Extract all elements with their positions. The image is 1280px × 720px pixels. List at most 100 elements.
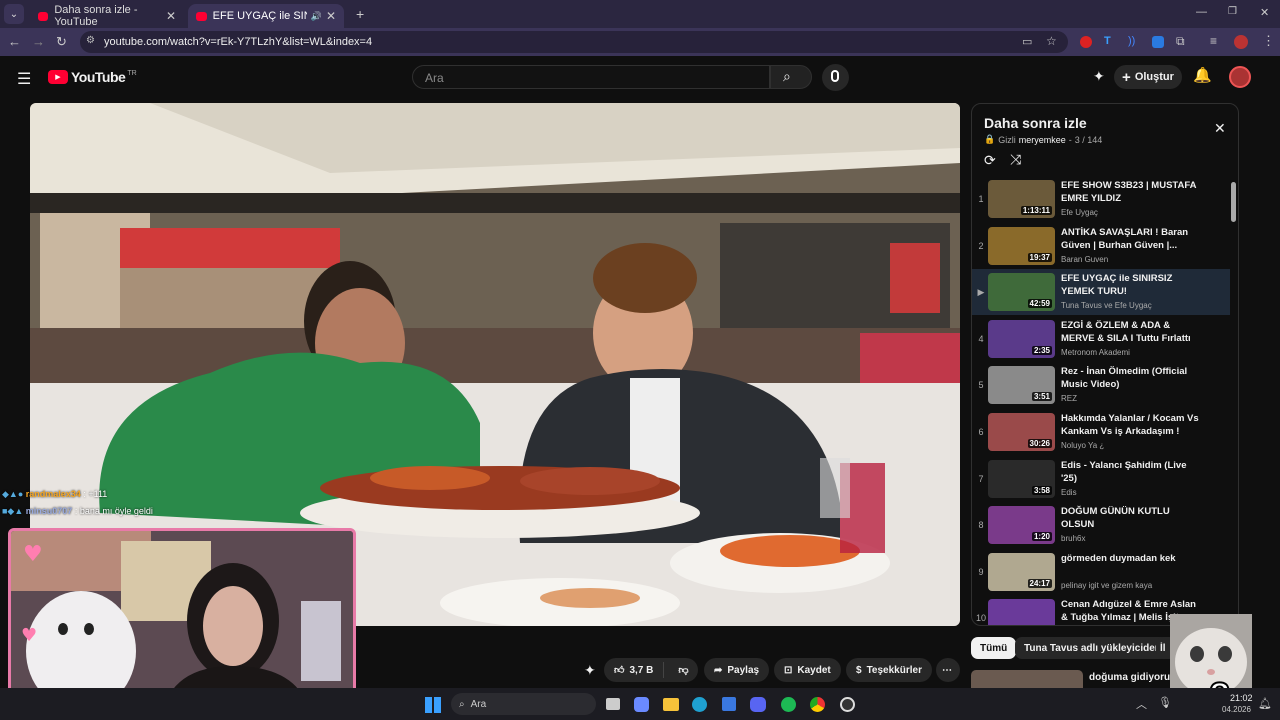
back-icon[interactable]: ← (8, 34, 21, 49)
like-button[interactable]: 👍︎ 3,7 B (604, 662, 665, 678)
premium-spark-icon[interactable]: ✦ (1093, 68, 1105, 85)
clock-time[interactable]: 21:02 (1230, 693, 1253, 703)
chip-uploader[interactable]: Tuna Tavus adlı yükleyiciden (1015, 637, 1170, 659)
save-button[interactable]: ⊡ Kaydet (774, 658, 841, 682)
new-tab-icon[interactable]: + (356, 6, 364, 22)
extension-icon[interactable] (1080, 36, 1092, 48)
playlist-item-thumbnail[interactable]: 42:59 (988, 273, 1055, 312)
url-field[interactable]: ⚙ youtube.com/watch?v=rEk-Y7TLzhY&list=W… (80, 31, 1068, 53)
taskbar-search[interactable]: ⌕ Ara (451, 693, 596, 715)
shuffle-icon[interactable]: ⤨ (1010, 151, 1021, 168)
windows-start-icon[interactable] (425, 697, 441, 713)
microphone-tray-icon[interactable]: 🎙︎ (1158, 696, 1172, 709)
search-icon: ⌕ (459, 698, 465, 710)
playlist-item-title[interactable]: EZGİ & ÖZLEM & ADA & MERVE & SILA I Tutt… (1061, 319, 1201, 345)
playlist-item-thumbnail[interactable]: 1:13:11 (988, 180, 1055, 218)
obs-icon[interactable] (840, 697, 855, 712)
premium-spark-icon[interactable]: ✦ (584, 662, 596, 679)
playlist-item-thumbnail[interactable]: 19:37 (988, 226, 1055, 265)
scrollbar-thumb[interactable] (1231, 182, 1236, 222)
browser-menu-icon[interactable]: ⋮ (1262, 33, 1275, 49)
playlist-item[interactable]: ▶ 42:59 EFE UYGAÇ ile SINIRSIZ YEMEK TURU!… (972, 269, 1230, 316)
extension-icon[interactable]: T (1104, 35, 1111, 47)
tray-chevron-icon[interactable]: ︿ (1136, 696, 1147, 712)
playlist-item-title[interactable]: DOĞUM GÜNÜN KUTLU OLSUN MERYEMKEEEEEEEEE (1061, 505, 1201, 531)
close-window-icon[interactable]: ✕ (1260, 6, 1269, 19)
create-button[interactable]: + Oluştur (1114, 65, 1182, 89)
notification-icon[interactable]: 🔔︎ (1258, 697, 1272, 710)
search-input[interactable]: Ara (412, 65, 770, 89)
cast-icon[interactable]: ▭ (1022, 35, 1032, 48)
playlist-item-thumbnail[interactable]: 24:17 (988, 552, 1055, 591)
hamburger-menu-icon[interactable]: ☰ (17, 69, 31, 89)
playlist-item[interactable]: 9 24:17 görmeden duymadan kek pelinay igit … (972, 549, 1230, 595)
browser-tab[interactable]: Daha sonra izle - YouTube ✕ (30, 4, 184, 28)
playlist-item-title[interactable]: EFE UYGAÇ ile SINIRSIZ YEMEK TURU! (1061, 272, 1201, 298)
playlist-item-title[interactable]: görmeden duymadan kek (1061, 552, 1201, 565)
profile-avatar-icon[interactable] (1234, 35, 1248, 49)
playlist-item[interactable]: 2 19:37 ANTİKA SAVAŞLARI ! Baran Güven | B… (972, 223, 1230, 269)
forward-icon[interactable]: → (32, 34, 45, 49)
share-label: Paylaş (727, 664, 760, 676)
reading-list-icon[interactable]: ≡ (1210, 34, 1217, 48)
loop-icon[interactable]: ⟳ (984, 152, 996, 169)
maximize-icon[interactable]: ❐ (1228, 6, 1237, 17)
dislike-button[interactable]: 👎︎ (669, 664, 697, 676)
edge-icon[interactable] (692, 697, 707, 712)
playlist-item[interactable]: 8 1:20 DOĞUM GÜNÜN KUTLU OLSUN MERYEMKEEEE… (972, 502, 1230, 548)
close-tab-icon[interactable]: ✕ (326, 9, 336, 23)
thanks-button[interactable]: $ Teşekkürler (846, 658, 932, 682)
playlist-title[interactable]: Daha sonra izle (984, 115, 1087, 131)
extension-icon[interactable] (1152, 36, 1164, 48)
close-playlist-icon[interactable]: ✕ (1214, 120, 1226, 137)
voice-search-button[interactable] (822, 64, 849, 91)
playlist-item[interactable]: 5 3:51 Rez - İnan Ölmedim (Official Music … (972, 362, 1230, 408)
spotify-icon[interactable] (781, 697, 796, 712)
account-avatar[interactable] (1229, 66, 1251, 88)
playlist-item-title[interactable]: Edis - Yalancı Şahidim (Live '25) (1061, 459, 1201, 485)
playlist-item-thumbnail[interactable]: 3:51 (988, 366, 1055, 405)
youtube-logo[interactable]: ▶ YouTube TR (48, 69, 137, 85)
playlist-item-index: 4 (978, 333, 984, 344)
playlist-item[interactable]: 4 2:35 EZGİ & ÖZLEM & ADA & MERVE & SILA I… (972, 316, 1230, 362)
playlist-item-title[interactable]: Rez - İnan Ölmedim (Official Music Video… (1061, 365, 1201, 391)
playlist-item-title[interactable]: Hakkımda Yalanlar / Kocam Vs Kankam Vs i… (1061, 412, 1201, 438)
recommended-thumb[interactable] (971, 670, 1083, 688)
speaker-icon[interactable]: 🔊 (311, 11, 322, 22)
playlist-item[interactable]: 1 1:13:11 EFE SHOW S3B23 | MUSTAFA EMRE YI… (972, 176, 1230, 222)
share-button[interactable]: ➦ Paylaş (704, 658, 770, 682)
reload-icon[interactable]: ↻ (56, 34, 67, 50)
notifications-bell-icon[interactable]: 🔔 (1193, 66, 1212, 84)
owner-link[interactable]: meryemkee (1019, 135, 1066, 145)
chip-all[interactable]: Tümü (971, 637, 1017, 659)
discord-icon[interactable] (750, 697, 766, 712)
store-icon[interactable] (722, 697, 736, 711)
playlist-item-index: 10 (976, 613, 987, 624)
close-tab-icon[interactable]: ✕ (166, 9, 176, 23)
more-actions-button[interactable]: ⋯ (936, 658, 960, 682)
playlist-item-thumbnail[interactable]: 1:20 (988, 506, 1055, 545)
site-info-icon[interactable]: ⚙ (86, 35, 95, 46)
task-view-icon[interactable] (606, 698, 620, 710)
extension-icon[interactable]: )) (1128, 35, 1135, 47)
chat-line: ■◆▲ minsu0707 : bana mı öyle geldi (2, 506, 153, 517)
playlist-item-thumbnail[interactable]: 1:37:23 (988, 599, 1055, 625)
playlist-item[interactable]: 7 3:58 Edis - Yalancı Şahidim (Live '25) Ed… (972, 456, 1230, 502)
playlist-item-title[interactable]: EFE SHOW S3B23 | MUSTAFA EMRE YILDIZ (1061, 179, 1201, 205)
browser-tab-active[interactable]: EFE UYGAÇ ile SINIRSIZ YEM 🔊 ✕ (188, 4, 344, 28)
playlist-item-thumbnail[interactable]: 30:26 (988, 413, 1055, 451)
playlist-item-thumbnail[interactable]: 2:35 (988, 319, 1055, 358)
recommended-title[interactable]: doğuma gidiyoruz (1089, 672, 1175, 683)
chrome-icon[interactable] (810, 697, 825, 712)
minimize-icon[interactable]: — (1196, 6, 1207, 18)
tab-list-icon[interactable]: ⌄ (4, 4, 24, 24)
playlist-item-thumbnail[interactable]: 3:58 (988, 459, 1055, 498)
playlist-item-title[interactable]: ANTİKA SAVAŞLARI ! Baran Güven | Burhan … (1061, 226, 1201, 252)
playlist-item[interactable]: 6 30:26 Hakkımda Yalanlar / Kocam Vs Kanka… (972, 409, 1230, 455)
extensions-puzzle-icon[interactable]: ⧉ (1176, 34, 1185, 49)
search-button[interactable]: ⌕ (770, 65, 812, 89)
clock-date[interactable]: 04.2026 (1222, 705, 1251, 714)
copilot-icon[interactable] (634, 697, 649, 712)
bookmark-star-icon[interactable]: ☆ (1046, 34, 1057, 48)
file-explorer-icon[interactable] (663, 698, 679, 711)
